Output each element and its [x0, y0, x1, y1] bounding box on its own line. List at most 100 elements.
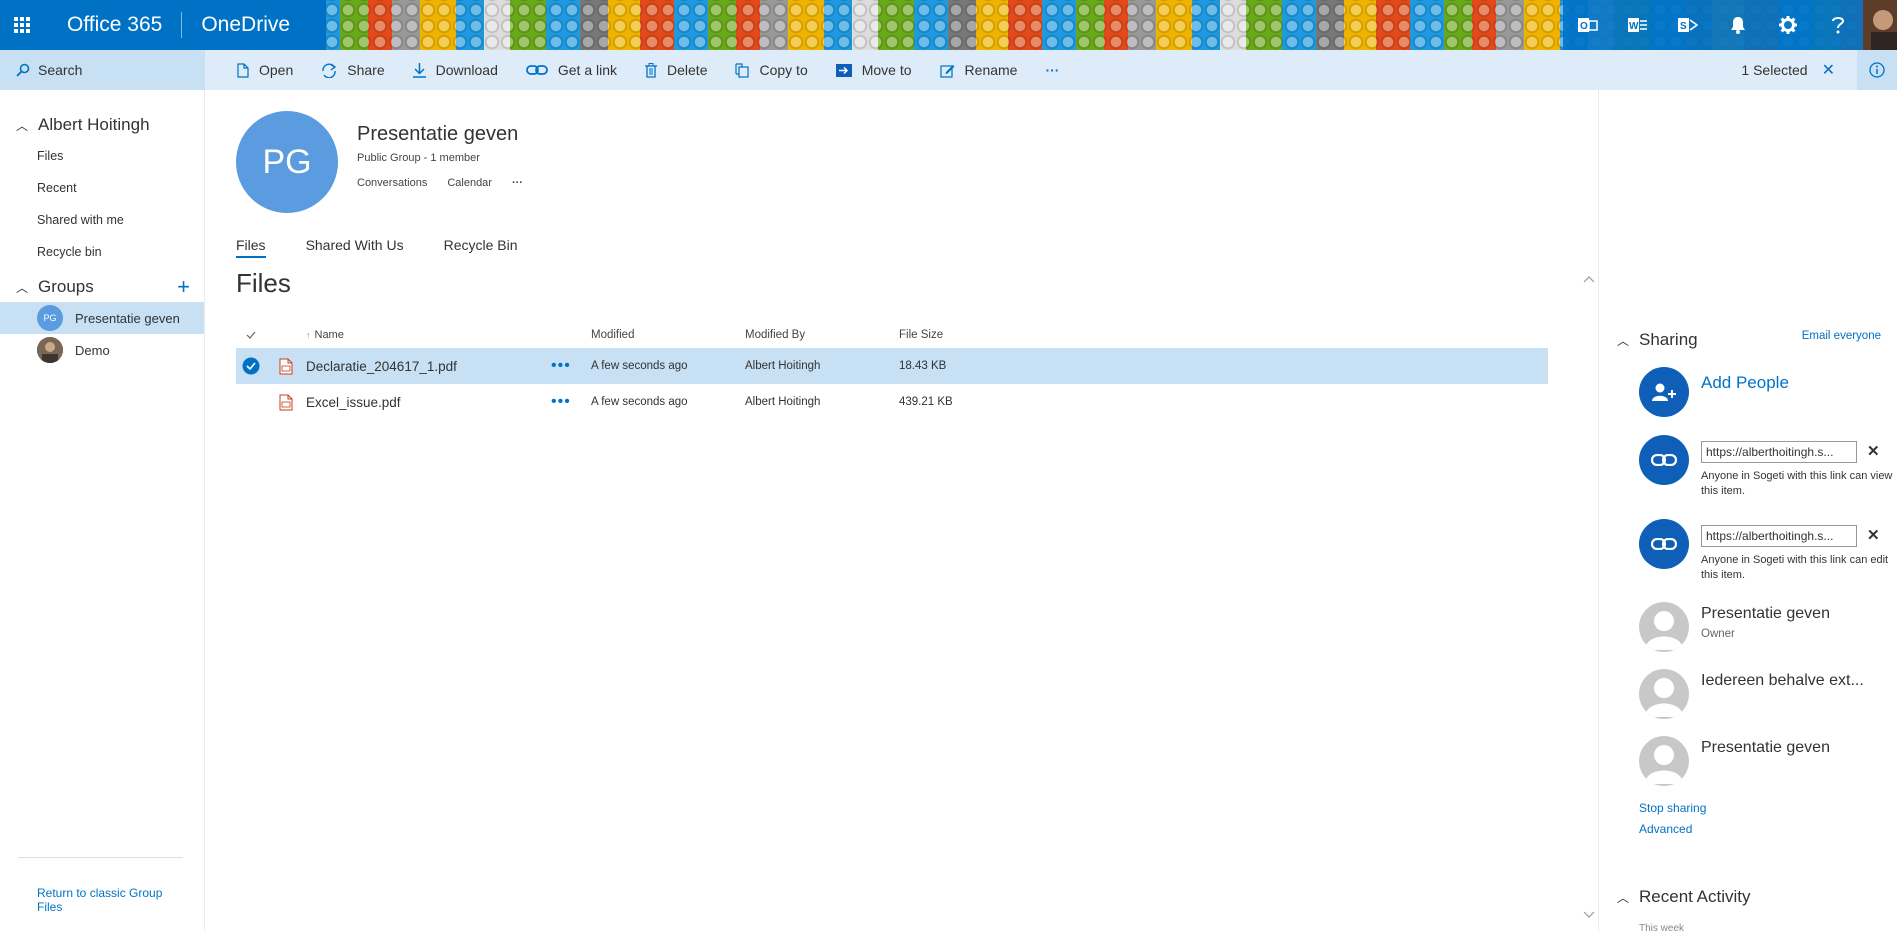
person-name[interactable]: Iedereen behalve ext... [1701, 672, 1864, 690]
tab-shared-with-us[interactable]: Shared With Us [306, 237, 404, 258]
file-name[interactable]: Declaratie_204617_1.pdf [306, 359, 551, 374]
notifications-button[interactable] [1713, 0, 1763, 50]
outlook-button[interactable]: O [1563, 0, 1613, 50]
file-name[interactable]: Excel_issue.pdf [306, 395, 551, 410]
checked-circle-icon [242, 357, 260, 375]
onedrive-title[interactable]: OneDrive [182, 13, 290, 37]
group-avatar [37, 337, 63, 363]
user-section-header[interactable]: ︿ Albert Hoitingh [0, 110, 204, 140]
view-link-field[interactable]: https://alberthoitingh.s... [1701, 441, 1857, 463]
edit-link-description: Anyone in Sogeti with this link can edit… [1701, 554, 1889, 581]
row-checkbox[interactable] [236, 357, 266, 375]
delete-command[interactable]: Delete [631, 50, 721, 90]
return-classic-link[interactable]: Return to classic Group Files [37, 886, 177, 914]
clear-selection-icon[interactable]: ✕ [1822, 60, 1835, 80]
conversations-link[interactable]: Conversations [357, 177, 427, 189]
table-row[interactable]: Excel_issue.pdf ••• A few seconds ago Al… [236, 384, 1548, 420]
nav-item-recent[interactable]: Recent [0, 172, 204, 204]
view-link-description: Anyone in Sogeti with this link can view… [1701, 470, 1893, 497]
group-item-presentatie[interactable]: PG Presentatie geven [0, 302, 204, 334]
details-pane: ︿ Sharing Email everyone Add People http… [1598, 90, 1897, 931]
remove-link-icon[interactable]: ✕ [1867, 442, 1880, 460]
more-icon: ··· [1045, 62, 1060, 78]
person-name[interactable]: Presentatie geven [1701, 605, 1830, 623]
office365-link[interactable]: Office 365 [44, 12, 183, 38]
group-avatar: PG [37, 305, 63, 331]
add-people-button[interactable] [1639, 367, 1689, 417]
share-command[interactable]: Share [307, 50, 398, 90]
person-avatar [1639, 736, 1689, 786]
stop-sharing-link[interactable]: Stop sharing [1639, 801, 1706, 815]
sharing-header[interactable]: ︿ Sharing [1617, 330, 1698, 350]
more-actions-icon[interactable]: ••• [551, 393, 591, 411]
move-to-command[interactable]: Move to [822, 50, 926, 90]
delete-label: Delete [667, 62, 708, 78]
settings-button[interactable] [1763, 0, 1813, 50]
more-commands-button[interactable]: ··· [1031, 50, 1073, 90]
get-link-label: Get a link [557, 62, 618, 78]
open-command[interactable]: Open [223, 50, 307, 90]
details-pane-button[interactable] [1857, 50, 1897, 90]
search-box[interactable]: Search [0, 50, 205, 90]
person-name[interactable]: Presentatie geven [1701, 739, 1830, 757]
word-button[interactable]: W [1613, 0, 1663, 50]
table-row[interactable]: Declaratie_204617_1.pdf ••• A few second… [236, 348, 1548, 384]
suite-bar: Office 365 OneDrive O W S [0, 0, 1897, 50]
more-actions-icon[interactable]: ••• [551, 357, 591, 375]
groups-header[interactable]: ︿ Groups + [0, 272, 204, 302]
app-launcher-button[interactable] [0, 0, 44, 50]
file-type [266, 358, 306, 375]
file-type [266, 394, 306, 411]
word-icon: W [1628, 18, 1647, 32]
download-label: Download [435, 62, 498, 78]
chevron-up-icon: ︿ [16, 118, 29, 133]
files-table: ↑ Name Modified Modified By File Size Dec… [236, 322, 1548, 420]
outlook-icon: O [1578, 18, 1598, 32]
tab-bar: Files Shared With Us Recycle Bin [236, 237, 558, 258]
rename-command[interactable]: Rename [926, 50, 1032, 90]
file-modified-by: Albert Hoitingh [745, 360, 821, 372]
activity-period: This week [1639, 923, 1685, 931]
column-file-size[interactable]: File Size [899, 329, 1019, 341]
add-group-icon[interactable]: + [177, 272, 190, 302]
nav-item-shared[interactable]: Shared with me [0, 204, 204, 236]
tab-files[interactable]: Files [236, 237, 266, 258]
email-everyone-link[interactable]: Email everyone [1802, 330, 1881, 342]
edit-link-field[interactable]: https://alberthoitingh.s... [1701, 525, 1857, 547]
get-link-command[interactable]: Get a link [512, 50, 631, 90]
file-modified: A few seconds ago [591, 360, 688, 372]
select-all-checkbox[interactable] [236, 331, 266, 339]
group-item-demo[interactable]: Demo [0, 334, 204, 366]
person-role: Owner [1701, 628, 1735, 640]
nav-item-files[interactable]: Files [0, 140, 204, 172]
scrollbar[interactable] [1581, 272, 1597, 922]
sway-icon: S [1678, 18, 1698, 32]
rename-icon [939, 64, 955, 78]
delete-icon [645, 62, 658, 78]
sway-button[interactable]: S [1663, 0, 1713, 50]
groups-label: Groups [38, 277, 94, 296]
add-people-link[interactable]: Add People [1701, 373, 1789, 393]
tab-recycle-bin[interactable]: Recycle Bin [444, 237, 518, 258]
copy-to-label: Copy to [759, 62, 808, 78]
copy-to-command[interactable]: Copy to [721, 50, 821, 90]
group-links: Conversations Calendar ··· [357, 177, 543, 189]
search-label: Search [38, 62, 83, 78]
nav-item-recycle-bin[interactable]: Recycle bin [0, 236, 204, 268]
advanced-link[interactable]: Advanced [1639, 822, 1692, 836]
column-modified-by[interactable]: Modified By [745, 329, 899, 341]
calendar-link[interactable]: Calendar [447, 177, 492, 189]
download-command[interactable]: Download [399, 50, 512, 90]
recent-activity-header[interactable]: ︿ Recent Activity [1617, 887, 1751, 907]
column-name[interactable]: ↑ Name [306, 329, 551, 341]
help-button[interactable] [1813, 0, 1863, 50]
user-avatar-button[interactable] [1863, 0, 1897, 50]
person-icon [1645, 611, 1683, 650]
remove-link-icon[interactable]: ✕ [1867, 526, 1880, 544]
copy-icon [735, 62, 750, 78]
gear-icon [1779, 16, 1797, 34]
sort-arrow-icon: ↑ [306, 330, 311, 340]
chevron-up-icon: ︿ [1617, 333, 1630, 348]
more-group-links-icon[interactable]: ··· [512, 177, 523, 189]
column-modified[interactable]: Modified [591, 329, 745, 341]
